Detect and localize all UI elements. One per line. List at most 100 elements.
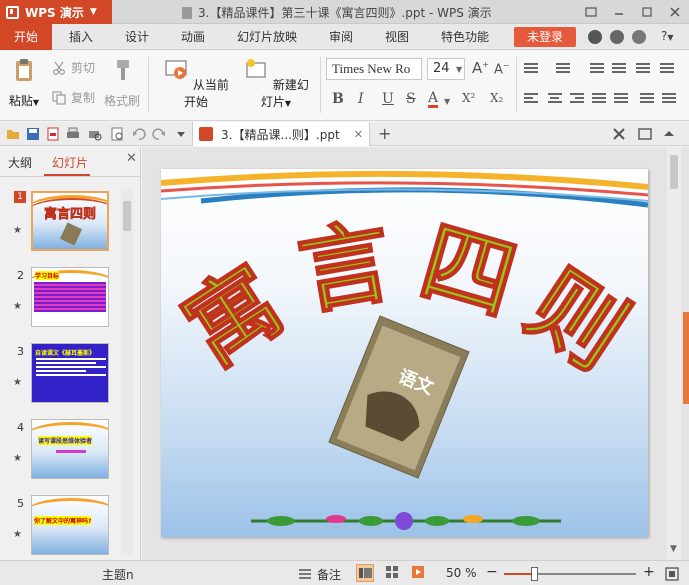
align-left-icon[interactable] [524,93,538,105]
tab-insert[interactable]: 插入 [58,24,104,50]
canvas-scrollbar[interactable]: ▼ [667,147,681,560]
close-button[interactable] [661,0,689,24]
cloud-icon[interactable] [588,30,602,44]
new-tab-button[interactable]: + [378,124,391,143]
grow-font-button[interactable]: A+ [472,59,489,77]
customize-dropdown-icon[interactable] [174,127,188,141]
minimize-button[interactable] [605,0,633,24]
notes-button[interactable]: 备注 [317,566,341,583]
slide-thumbnail-1[interactable]: 1 ★ 寓言四则 [0,191,120,255]
slide-thumbnail-3[interactable]: 3 ★ 自读课文《赫耳墨斯》 [0,343,120,407]
maximize-button[interactable] [633,0,661,24]
undo-icon[interactable] [132,127,146,141]
slide-number: 3 [17,345,24,358]
scrollbar-thumb[interactable] [123,201,131,231]
fit-window-icon[interactable] [665,567,679,581]
paste-button[interactable]: 粘贴▼ [6,57,42,109]
close-tab-icon[interactable]: ✕ [354,128,363,141]
thumbnail-title: 你了解文中的寓神吗? [34,516,92,525]
line-spacing-icon[interactable] [660,63,674,75]
bold-button[interactable]: B [332,91,344,107]
font-color-button[interactable]: A [428,91,439,108]
slide-number: 5 [17,497,24,510]
export-pdf-icon[interactable] [46,127,60,141]
subscript-button[interactable]: X₂ [490,91,503,105]
current-slide[interactable]: 寓言四则 语文 [161,169,648,537]
paste-icon [16,59,32,81]
tab-animation[interactable]: 动画 [170,24,216,50]
ribbon-separator [320,57,321,113]
justify-icon[interactable] [592,93,606,105]
superscript-button[interactable]: X² [462,91,475,105]
align-center-icon[interactable] [548,93,562,105]
zoom-out-button[interactable]: − [486,564,498,580]
window-arrange-icon[interactable] [638,127,652,141]
app-menu-button[interactable]: WPS 演示 ▼ [0,0,112,24]
slideshow-button[interactable] [410,564,428,582]
print-icon[interactable] [66,127,80,141]
document-tab[interactable]: 3.【精品课...则】.ppt ✕ [192,122,370,146]
slide-thumbnail-2[interactable]: 2 ★ 学习目标 [0,267,120,331]
properties-icon[interactable] [110,127,124,141]
italic-button[interactable]: I [358,91,364,107]
side-panel-toggle[interactable] [683,312,689,404]
play-from-current-button[interactable]: 从当前开始 [158,57,234,110]
print-preview-icon[interactable] [88,127,102,141]
redo-icon[interactable] [152,127,166,141]
save-icon[interactable] [26,127,40,141]
tab-home[interactable]: 开始 [0,24,52,50]
tab-outline[interactable]: 大纲 [8,154,32,171]
thumbnail-title: 自读课文《赫耳墨斯》 [35,350,96,357]
chevron-down-icon[interactable]: ▼ [670,544,677,554]
copy-button[interactable]: 复制 [52,89,95,106]
font-name-combobox[interactable]: Times New Ro [326,58,422,80]
tab-review[interactable]: 审阅 [318,24,364,50]
numbered-list-icon[interactable] [556,63,570,75]
zoom-level[interactable]: 50 % [446,566,477,580]
thumbnail-preview: 寓言四则 [31,191,109,251]
slide-sorter-button[interactable] [384,564,402,582]
zoom-slider[interactable] [504,567,636,581]
thumbnail-title: 学习目标 [35,271,60,280]
help-button[interactable]: ?▼ [661,29,674,43]
align-right-icon[interactable] [570,93,584,105]
increase-indent-icon[interactable] [612,63,626,75]
thumbnail-scrollbar[interactable] [121,189,133,555]
skin-shirt-icon[interactable] [632,30,646,44]
underline-button[interactable]: U [382,91,394,107]
tab-view[interactable]: 视图 [374,24,420,50]
new-slide-button[interactable]: 新建幻灯片▼ [238,57,314,110]
slideshow-icon [412,566,424,578]
scrollbar-thumb[interactable] [670,155,678,189]
tab-special-features[interactable]: 特色功能 [434,24,496,50]
shrink-font-button[interactable]: A− [494,61,510,77]
slide-thumbnail-5[interactable]: 5 ★ 你了解文中的寓神吗? [0,495,120,559]
text-direction-icon[interactable] [636,63,650,75]
zoom-slider-handle[interactable] [531,567,539,581]
format-painter-button[interactable]: 格式刷 [102,57,142,109]
tab-design[interactable]: 设计 [114,24,160,50]
skin-button[interactable] [577,0,605,24]
collapse-ribbon-icon[interactable] [662,127,676,141]
zoom-in-button[interactable]: + [643,564,655,580]
strikethrough-button[interactable]: S [406,91,416,107]
scissors-icon [53,61,65,75]
login-button[interactable]: 未登录 [514,27,576,47]
open-folder-icon[interactable] [6,127,20,141]
tab-slideshow[interactable]: 幻灯片放映 [230,24,304,50]
tab-slides[interactable]: 幻灯片 [52,154,88,171]
active-tab-indicator [44,174,90,176]
distribute-icon[interactable] [614,93,628,105]
vertical-align-icon[interactable] [662,93,676,105]
columns-icon[interactable] [640,93,654,105]
thumbnail-preview: 自读课文《赫耳墨斯》 [31,343,109,403]
cut-button[interactable]: 剪切 [52,59,95,76]
normal-view-button[interactable] [356,564,374,582]
tools-icon[interactable] [612,127,626,141]
user-icon[interactable] [610,30,624,44]
decrease-indent-icon[interactable] [590,63,604,75]
bullet-list-icon[interactable] [524,63,538,75]
chevron-down-icon: ▼ [284,99,292,108]
close-panel-button[interactable]: ✕ [126,151,137,166]
slide-thumbnail-4[interactable]: 4 ★ 读写课段思维体验者 [0,419,120,483]
